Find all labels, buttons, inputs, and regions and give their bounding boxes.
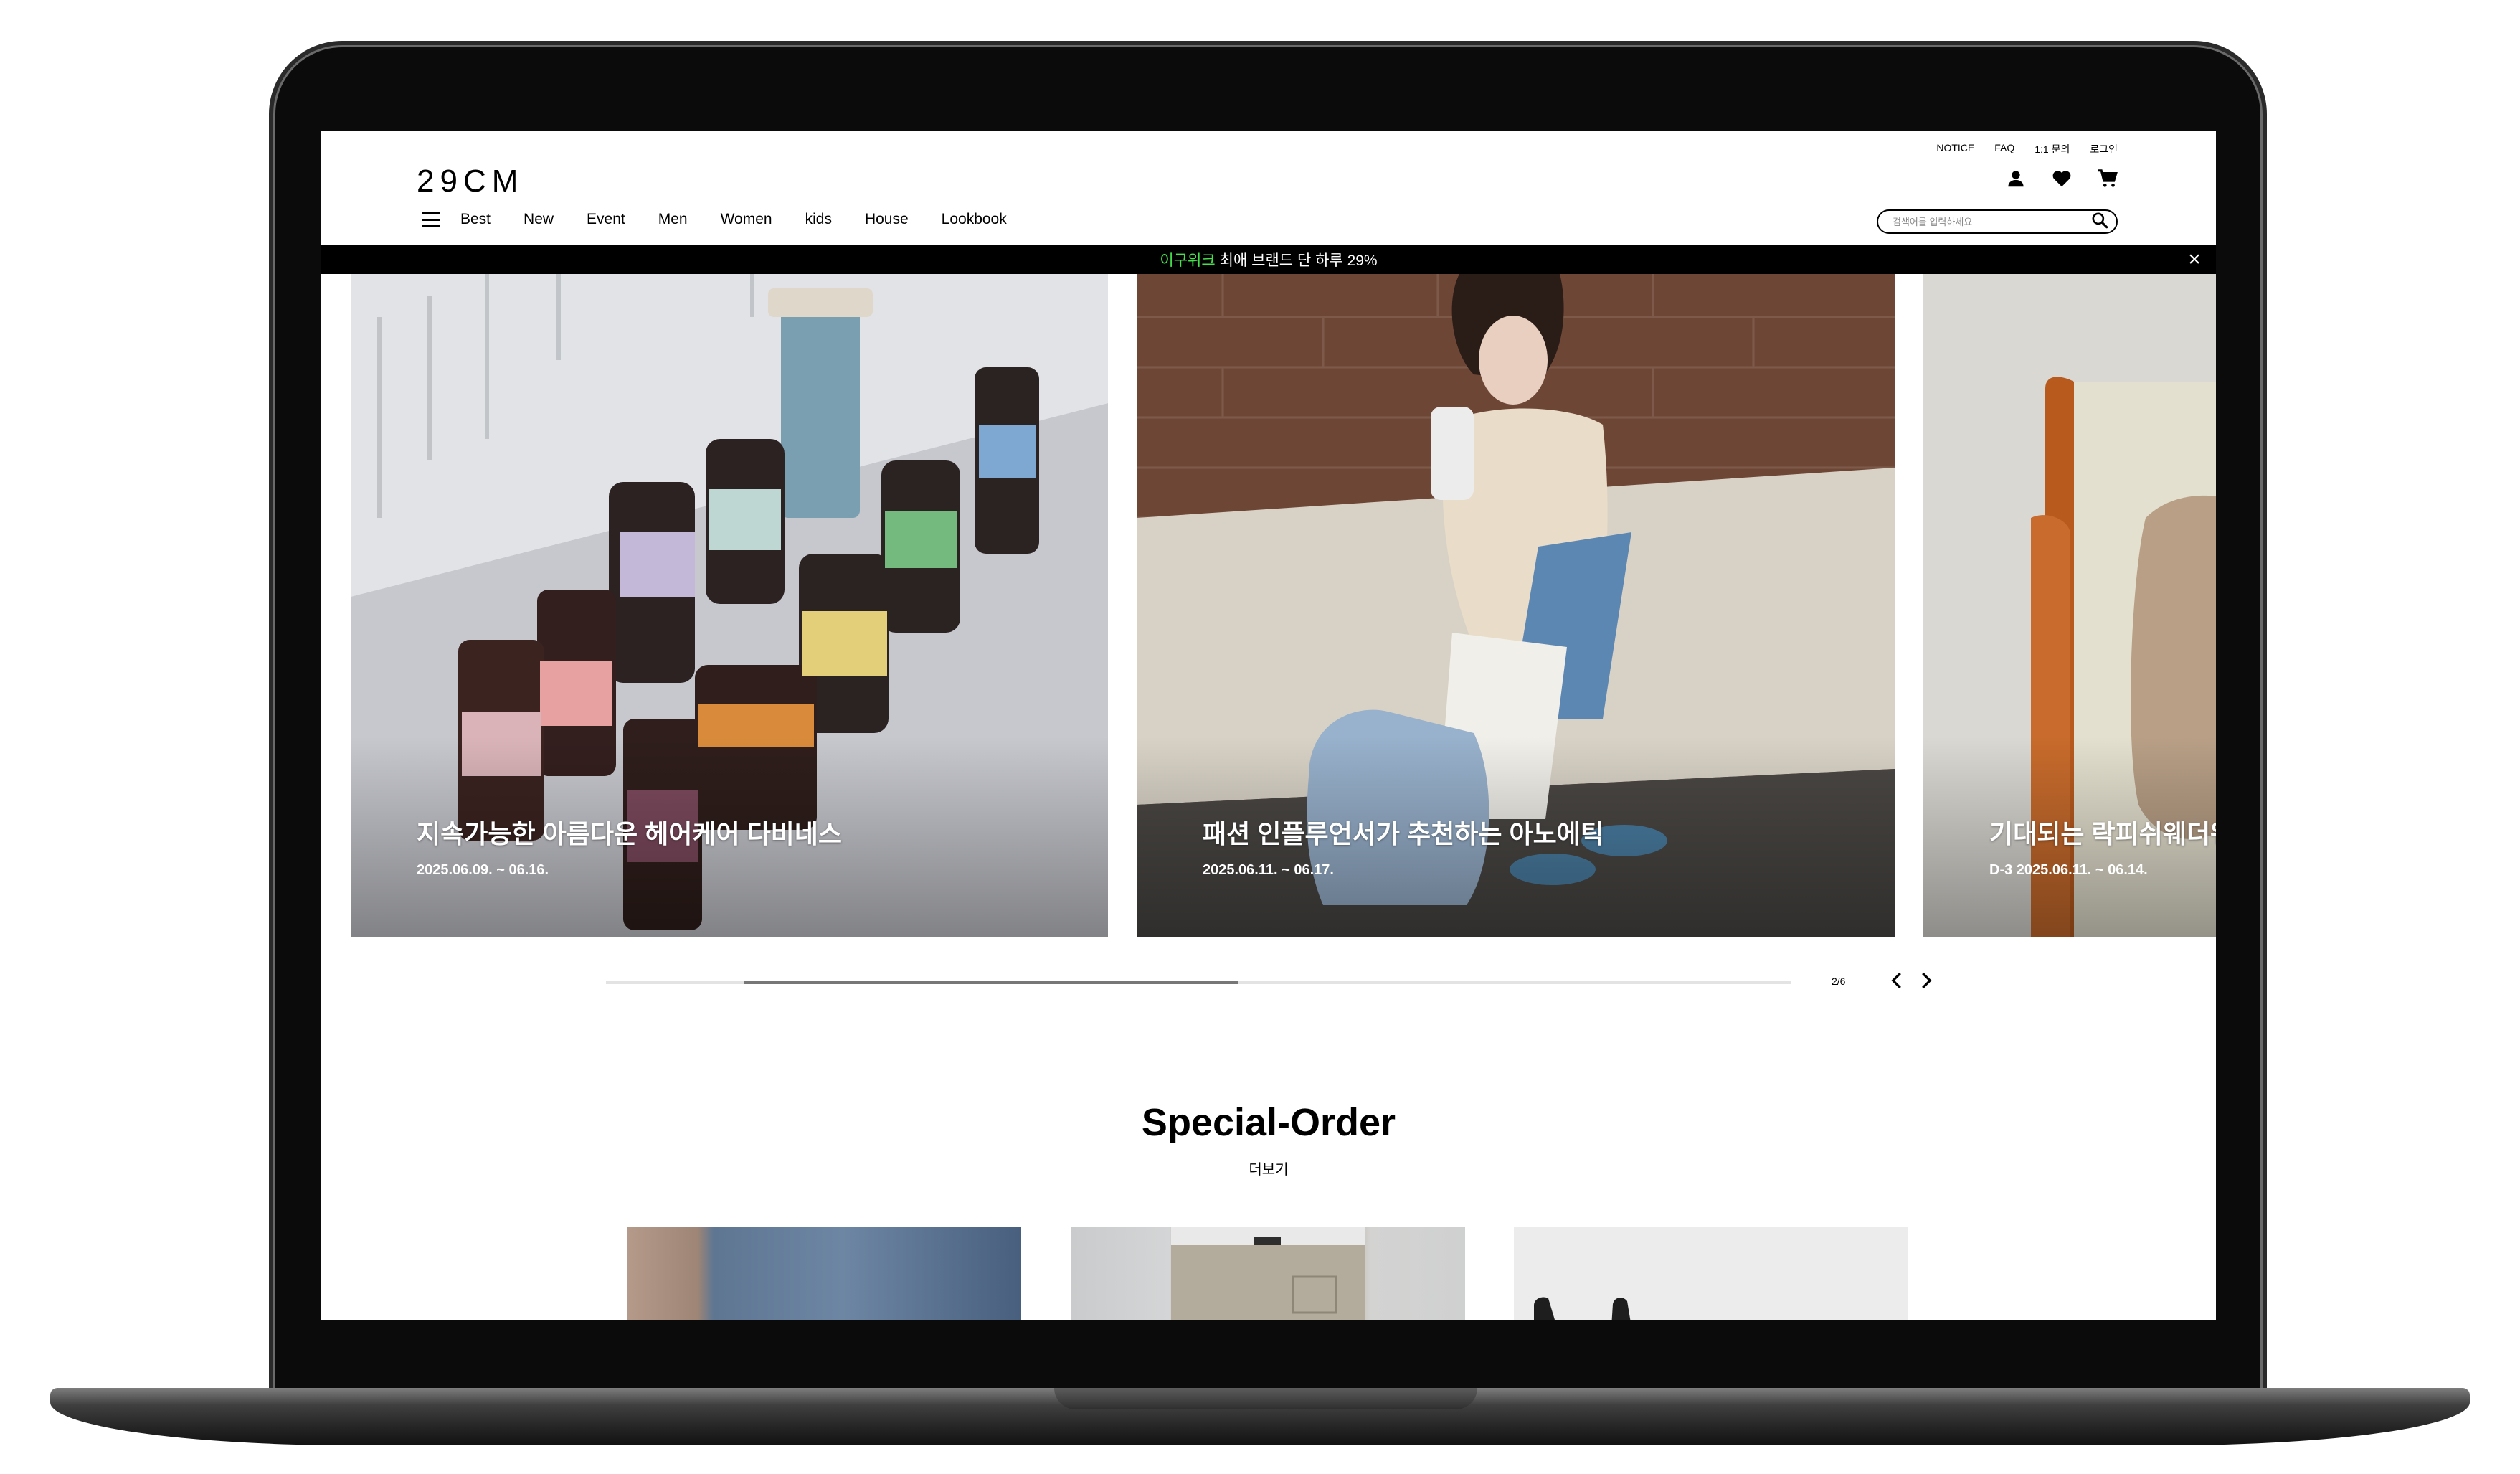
nav-women[interactable]: Women xyxy=(721,211,772,228)
chevron-left-icon[interactable] xyxy=(1887,970,1908,991)
product-image xyxy=(1171,1227,1365,1320)
faq-link[interactable]: FAQ xyxy=(1994,142,2014,156)
nav-kids[interactable]: kids xyxy=(805,211,832,228)
browser-screen: 29CM NOTICE FAQ 1:1 문의 로그인 Best New Even… xyxy=(321,131,2216,1320)
slide-date: D-3 2025.06.11. ~ 06.14. xyxy=(1989,862,2148,878)
product-card[interactable] xyxy=(1514,1227,1908,1320)
nav-best[interactable]: Best xyxy=(460,211,491,228)
product-image xyxy=(1534,1297,1631,1320)
nav-house[interactable]: House xyxy=(865,211,909,228)
chevron-right-icon[interactable] xyxy=(1915,970,1936,991)
nav-lookbook[interactable]: Lookbook xyxy=(942,211,1007,228)
carousel-slide[interactable]: 패션 인플루언서가 추천하는 아노에틱 2025.06.11. ~ 06.17. xyxy=(1137,274,1895,937)
site-header: 29CM NOTICE FAQ 1:1 문의 로그인 Best New Even… xyxy=(321,131,2216,245)
announcement-bar[interactable]: 이구위크 최애 브랜드 단 하루 29% × xyxy=(321,245,2216,274)
nav-men[interactable]: Men xyxy=(658,211,688,228)
carousel-progress-fill xyxy=(744,981,1239,984)
slide-title: 기대되는 락피쉬웨더웨 xyxy=(1989,819,2216,849)
product-card[interactable] xyxy=(627,1227,1021,1320)
announcement-text: 최애 브랜드 단 하루 29% xyxy=(1219,252,1378,269)
main-nav: Best New Event Men Women kids House Look… xyxy=(422,211,1040,228)
carousel-progress xyxy=(606,981,1791,984)
user-icon[interactable] xyxy=(2005,168,2027,189)
slide-title: 패션 인플루언서가 추천하는 아노에틱 xyxy=(1203,819,1604,849)
nav-new[interactable]: New xyxy=(524,211,554,228)
announcement-highlight: 이구위크 xyxy=(1160,252,1216,269)
close-icon[interactable]: × xyxy=(2184,249,2204,270)
carousel-slide[interactable]: 기대되는 락피쉬웨더웨 D-3 2025.06.11. ~ 06.14. xyxy=(1923,274,2216,937)
carousel-pager: 2/6 xyxy=(1832,975,1846,987)
login-link[interactable]: 로그인 xyxy=(2090,142,2118,156)
slide-date: 2025.06.11. ~ 06.17. xyxy=(1203,862,1334,878)
notice-link[interactable]: NOTICE xyxy=(1936,142,1974,156)
utility-links: NOTICE FAQ 1:1 문의 로그인 xyxy=(1936,142,2118,156)
search-input[interactable] xyxy=(1893,216,2090,227)
slide-title: 지속가능한 아름다운 헤어케어 다비네스 xyxy=(417,819,843,849)
inquiry-link[interactable]: 1:1 문의 xyxy=(2035,142,2070,156)
header-icons xyxy=(2005,168,2118,189)
product-card[interactable] xyxy=(1071,1227,1465,1320)
more-link[interactable]: 더보기 xyxy=(321,1158,2216,1178)
section-title: Special-Order xyxy=(1141,1101,1396,1144)
cart-icon[interactable] xyxy=(2097,168,2118,189)
nav-event[interactable]: Event xyxy=(587,211,625,228)
heart-icon[interactable] xyxy=(2051,168,2073,189)
search-icon[interactable] xyxy=(2090,211,2109,233)
laptop-notch xyxy=(1054,1388,1477,1409)
slide-date: 2025.06.09. ~ 06.16. xyxy=(417,862,549,878)
site-logo[interactable]: 29CM xyxy=(417,164,524,199)
carousel-slide[interactable]: 지속가능한 아름다운 헤어케어 다비네스 2025.06.09. ~ 06.16… xyxy=(351,274,1108,937)
menu-icon[interactable] xyxy=(422,212,440,227)
search-bar xyxy=(1877,209,2118,234)
